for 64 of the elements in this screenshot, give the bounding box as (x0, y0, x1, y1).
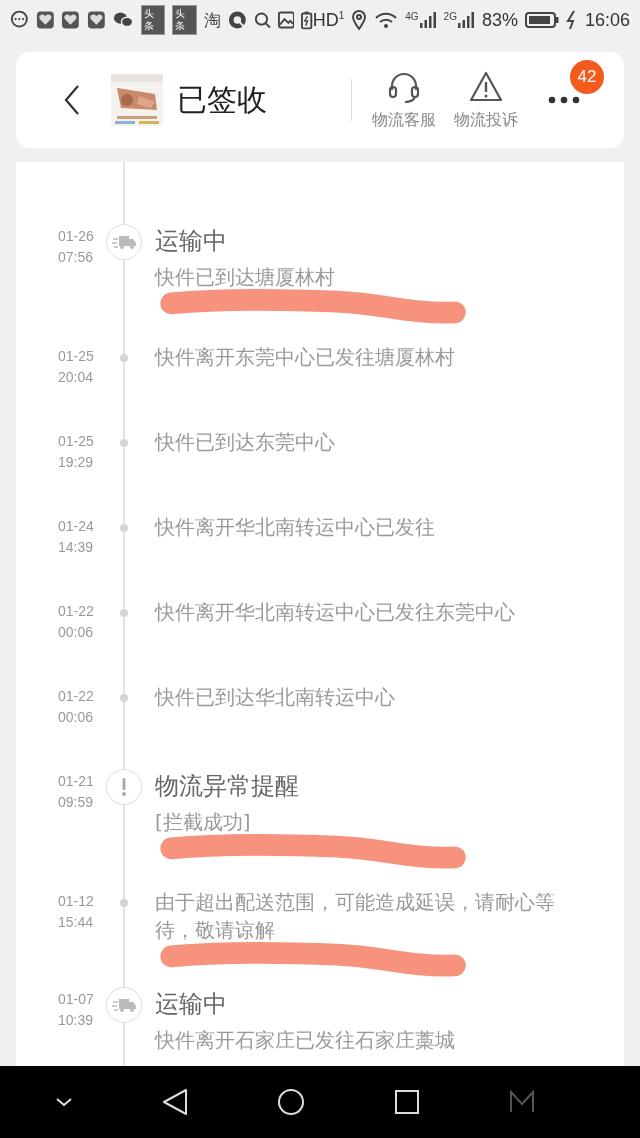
location-icon (351, 10, 368, 30)
event-time: 09:59 (58, 793, 95, 812)
event-time: 19:29 (58, 453, 95, 472)
network-generation-label: 2G (443, 11, 457, 22)
event-title: 运输中 (155, 226, 228, 257)
m-shaped-icon (509, 1090, 536, 1114)
network-type-label: HD$^{1}$ (312, 9, 345, 31)
event-detail: [拦截成功] (155, 809, 252, 836)
heart-pattern-icon (61, 10, 81, 30)
event-title: 物流异常提醒 (155, 771, 300, 802)
event-time: 14:39 (58, 538, 95, 557)
event-date: 01-07 (58, 990, 95, 1009)
event-title: 运输中 (155, 989, 228, 1020)
event-date: 01-22 (58, 602, 95, 621)
timeline-dot (120, 609, 128, 617)
page-title: 已签收 (177, 80, 267, 119)
app-notification-icon: 头条 (172, 5, 197, 35)
battery-charging-icon (301, 10, 313, 30)
timeline-dot (120, 354, 128, 362)
app-notification-icon: 头条 (140, 5, 166, 35)
event-detail: 快件已到达东莞中心 (155, 429, 336, 456)
event-date: 01-22 (58, 687, 95, 706)
event-time: 15:44 (58, 913, 95, 932)
notification-badge: 42 (570, 60, 604, 94)
clock-time: 16:06 (584, 9, 630, 31)
customer-service-button[interactable]: 物流客服 (372, 69, 436, 131)
network-generation-label: 4G (405, 11, 419, 22)
event-date: 01-25 (58, 347, 95, 366)
image-icon (277, 11, 295, 29)
timeline-dot (120, 439, 128, 447)
event-date: 01-21 (58, 772, 95, 791)
chevron-down-icon (54, 1097, 73, 1107)
timeline-dot (120, 524, 128, 532)
event-time: 00:06 (58, 708, 95, 727)
battery-percent: 83% (481, 9, 518, 31)
signal-icon (456, 11, 475, 29)
event-time: 10:39 (58, 1011, 95, 1030)
event-detail: 由于超出配送范围，可能造成延误，请耐心等待，敬请谅解 (155, 889, 556, 944)
event-date: 01-26 (58, 227, 95, 246)
event-detail: 快件离开石家庄已发往石家庄藁城 (155, 1027, 456, 1054)
event-detail: 快件已到达华北南转运中心 (155, 684, 396, 711)
timeline-dot (120, 899, 128, 907)
search-icon (253, 11, 271, 29)
complaint-button[interactable]: 物流投诉 (454, 69, 518, 131)
signal-icon (418, 11, 437, 29)
event-time: 00:06 (58, 623, 95, 642)
heart-pattern-icon (87, 10, 106, 30)
battery-icon (524, 11, 559, 29)
event-date: 01-25 (58, 432, 95, 451)
event-time: 07:56 (58, 248, 95, 267)
event-date: 01-24 (58, 517, 95, 536)
app-notification-icon: 淘 (204, 8, 221, 32)
event-time: 20:04 (58, 368, 95, 387)
event-detail: 快件离开华北南转运中心已发往东莞中心 (155, 599, 516, 626)
event-date: 01-12 (58, 892, 95, 911)
heart-pattern-icon (35, 10, 55, 30)
chat-bubble-icon (10, 10, 29, 30)
warning-icon (469, 69, 503, 104)
timeline-dot (120, 694, 128, 702)
event-detail: 快件离开东莞中心已发往塘厦林村 (155, 344, 456, 371)
event-detail: 快件离开华北南转运中心已发往 (155, 514, 436, 541)
q-app-icon (228, 10, 247, 30)
wifi-icon (374, 11, 399, 29)
event-detail: 快件已到达塘厦林村 (155, 264, 336, 291)
